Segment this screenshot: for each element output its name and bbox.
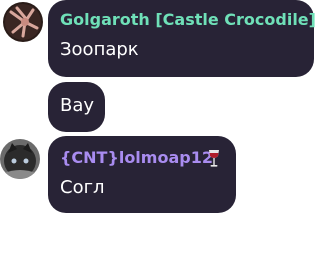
message-author[interactable]: Golgaroth [Castle Crocodile] [60,10,316,30]
message-bubble: {CNT}lolmoap12 Согл [48,136,236,213]
message-text: Зоопарк [60,39,139,60]
cat-avatar-icon [0,139,40,179]
message-text: Согл [60,177,105,198]
user-avatar-golgaroth[interactable] [3,2,43,42]
message-bubble: Golgaroth [Castle Crocodile] Зоопарк [48,0,316,77]
message-bubble: Вау [48,82,105,132]
user-avatar-lolmoap12[interactable] [0,139,40,179]
message-author[interactable]: {CNT}lolmoap12 [60,148,213,168]
chat-message-list: Golgaroth [Castle Crocodile] Зоопарк Вау… [0,0,320,264]
creature-avatar-icon [3,2,43,42]
wine-glass-icon [209,150,219,167]
message-text: Вау [60,95,95,116]
